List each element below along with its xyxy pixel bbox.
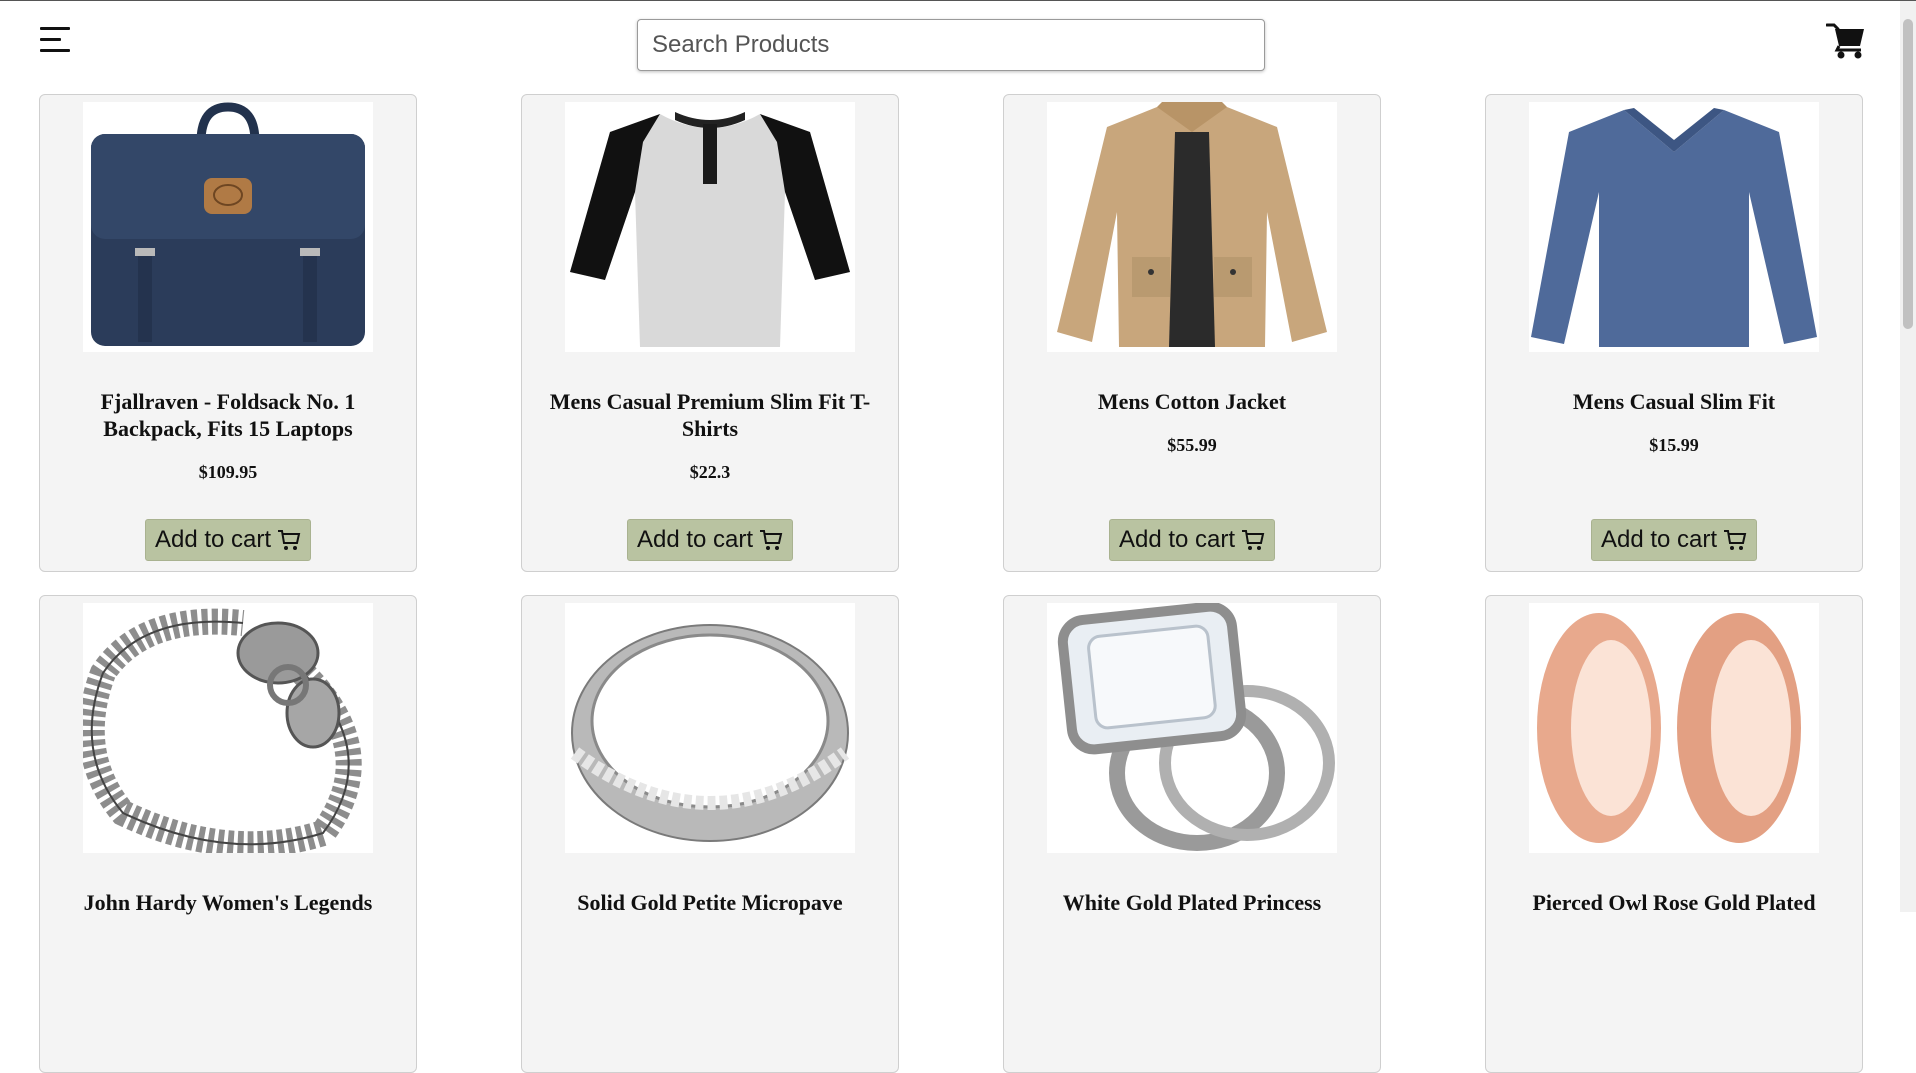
product-card: Mens Cotton Jacket $55.99 Add to cart: [1003, 94, 1381, 572]
cart-icon: [1242, 530, 1265, 550]
product-image-tshirt[interactable]: [565, 102, 855, 352]
product-title[interactable]: Mens Casual Premium Slim Fit T-Shirts: [532, 388, 888, 442]
product-image-rose-gold-plugs[interactable]: [1529, 603, 1819, 853]
product-price: $22.3: [689, 462, 731, 482]
product-title[interactable]: Mens Cotton Jacket: [1014, 388, 1370, 415]
top-bar: [0, 1, 1900, 91]
product-image-silver-ring[interactable]: [565, 603, 855, 853]
hamburger-menu-icon[interactable]: [40, 27, 70, 55]
add-to-cart-label: Add to cart: [636, 526, 754, 553]
product-image-longsleeve[interactable]: [1529, 102, 1819, 352]
add-to-cart-button[interactable]: Add to cart: [1109, 519, 1275, 561]
product-price: $109.95: [198, 462, 258, 482]
product-title[interactable]: Solid Gold Petite Micropave: [532, 889, 888, 916]
search-input[interactable]: [637, 19, 1265, 71]
vertical-scrollbar[interactable]: [1900, 1, 1916, 912]
cart-icon: [1724, 530, 1747, 550]
product-price: $15.99: [1649, 435, 1699, 455]
product-card: John Hardy Women's Legends: [39, 595, 417, 1073]
scrollbar-thumb[interactable]: [1903, 19, 1913, 329]
product-price: $55.99: [1167, 435, 1217, 455]
add-to-cart-label: Add to cart: [1600, 526, 1718, 553]
product-card: Solid Gold Petite Micropave: [521, 595, 899, 1073]
product-image-jacket[interactable]: [1047, 102, 1337, 352]
shopping-cart-icon[interactable]: [1825, 21, 1866, 59]
add-to-cart-button[interactable]: Add to cart: [145, 519, 311, 561]
cart-icon: [278, 530, 301, 550]
product-card: Fjallraven - Foldsack No. 1 Backpack, Fi…: [39, 94, 417, 572]
product-title[interactable]: Pierced Owl Rose Gold Plated: [1496, 889, 1852, 916]
product-card: Mens Casual Slim Fit $15.99 Add to cart: [1485, 94, 1863, 572]
product-title[interactable]: Mens Casual Slim Fit: [1496, 388, 1852, 415]
product-grid: Fjallraven - Foldsack No. 1 Backpack, Fi…: [39, 94, 1863, 1073]
add-to-cart-label: Add to cart: [154, 526, 272, 553]
product-title[interactable]: Fjallraven - Foldsack No. 1 Backpack, Fi…: [50, 388, 406, 442]
product-card: Mens Casual Premium Slim Fit T-Shirts $2…: [521, 94, 899, 572]
product-image-diamond-ring[interactable]: [1047, 603, 1337, 853]
product-image-bracelet[interactable]: [83, 603, 373, 853]
product-title[interactable]: John Hardy Women's Legends: [50, 889, 406, 916]
product-image-backpack[interactable]: [83, 102, 373, 352]
add-to-cart-button[interactable]: Add to cart: [627, 519, 793, 561]
product-card: Pierced Owl Rose Gold Plated: [1485, 595, 1863, 1073]
product-title[interactable]: White Gold Plated Princess: [1014, 889, 1370, 916]
add-to-cart-button[interactable]: Add to cart: [1591, 519, 1757, 561]
cart-icon: [760, 530, 783, 550]
add-to-cart-label: Add to cart: [1118, 526, 1236, 553]
product-card: White Gold Plated Princess: [1003, 595, 1381, 1073]
